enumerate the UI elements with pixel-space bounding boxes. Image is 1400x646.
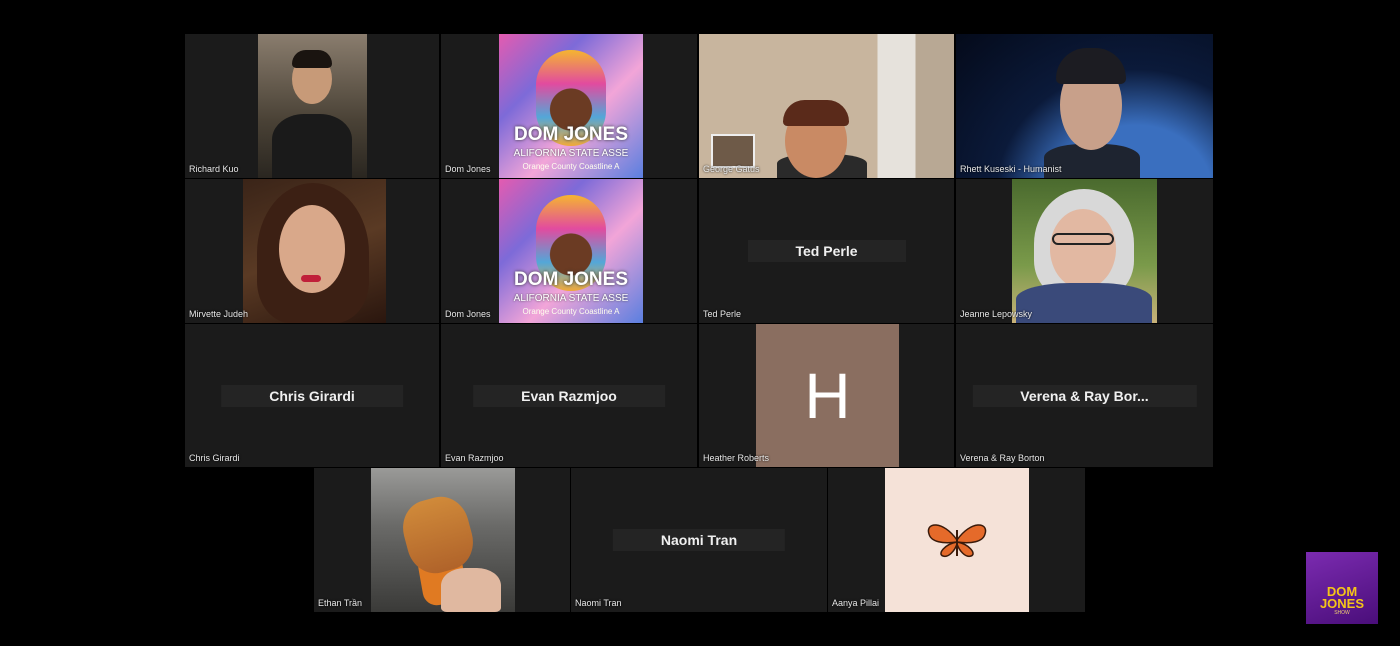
video-feed: [258, 34, 367, 178]
participant-name-label: George Gatus: [703, 164, 760, 174]
gallery-view: Richard Kuo DOM JONES ALIFORNIA STATE AS…: [0, 0, 1400, 646]
poster-title: DOM JONES: [513, 124, 629, 145]
wall-picture: [711, 134, 755, 168]
video-tile-rhett-kuseski[interactable]: Rhett Kuseski - Humanist: [956, 34, 1213, 178]
video-tile-richard-kuo[interactable]: Richard Kuo: [185, 34, 439, 178]
participant-name-label: Dom Jones: [445, 164, 491, 174]
participant-name-label: Aanya Pillai: [832, 598, 880, 608]
hand: [441, 568, 501, 612]
participant-name-label: Dom Jones: [445, 309, 491, 319]
participant-display-name: Ted Perle: [747, 240, 906, 262]
participant-name-label: Evan Razmjoo: [445, 453, 504, 463]
poster-district: Orange County Coastline A: [522, 162, 620, 171]
sandwich: [396, 490, 480, 580]
participant-name-label: Rhett Kuseski - Humanist: [960, 164, 1062, 174]
video-feed: [371, 468, 515, 612]
campaign-poster: DOM JONES ALIFORNIA STATE ASSE Orange Co…: [499, 34, 643, 178]
video-tile-aanya-pillai[interactable]: Aanya Pillai: [828, 468, 1085, 612]
initial-avatar: H: [756, 324, 899, 467]
person-hair: [783, 100, 849, 126]
video-tile-dom-jones-2[interactable]: DOM JONES ALIFORNIA STATE ASSE Orange Co…: [441, 179, 697, 323]
participant-display-name: Naomi Tran: [612, 529, 786, 551]
poster-title: DOM JONES: [513, 269, 629, 290]
butterfly-icon: [927, 524, 987, 558]
avatar-initial: H: [804, 359, 851, 432]
video-tile-mirvette-judeh[interactable]: Mirvette Judeh: [185, 179, 439, 323]
campaign-poster: DOM JONES ALIFORNIA STATE ASSE Orange Co…: [499, 179, 643, 323]
poster-subtitle: ALIFORNIA STATE ASSE: [513, 293, 629, 304]
video-tile-heather-roberts[interactable]: H Heather Roberts: [699, 324, 954, 467]
person-face: [1050, 209, 1116, 289]
participant-name-label: Naomi Tran: [575, 598, 622, 608]
person-hair: [292, 50, 332, 68]
participant-name-label: Jeanne Lepowsky: [960, 309, 1033, 319]
logo-line-2: JONES: [1319, 596, 1365, 611]
video-feed: [1012, 179, 1157, 323]
participant-name-label: Richard Kuo: [189, 164, 239, 174]
participant-name-label: Verena & Ray Borton: [960, 453, 1045, 463]
video-tile-evan-razmjoo[interactable]: Evan Razmjoo Evan Razmjoo: [441, 324, 697, 467]
participant-name-label: Ted Perle: [703, 309, 742, 319]
dom-jones-show-logo: DOM JONES SHOW: [1306, 552, 1378, 624]
participant-name-label: Ethan Trần: [318, 598, 363, 608]
video-tile-jeanne-lepowsky[interactable]: Jeanne Lepowsky: [956, 179, 1213, 323]
video-tile-dom-jones[interactable]: DOM JONES ALIFORNIA STATE ASSE Orange Co…: [441, 34, 697, 178]
participant-name-label: Mirvette Judeh: [189, 309, 249, 319]
poster-subtitle: ALIFORNIA STATE ASSE: [513, 148, 629, 159]
person-hair: [1056, 48, 1126, 84]
video-tile-ethan-tran[interactable]: Ethan Trần: [314, 468, 570, 612]
video-feed: [243, 179, 386, 323]
video-tile-ted-perle[interactable]: Ted Perle Ted Perle: [699, 179, 954, 323]
poster-district: Orange County Coastline A: [522, 307, 620, 316]
video-tile-chris-girardi[interactable]: Chris Girardi Chris Girardi: [185, 324, 439, 467]
profile-picture: [885, 468, 1029, 612]
video-tile-george-gatus[interactable]: George Gatus: [699, 34, 954, 178]
participant-display-name: Evan Razmjoo: [473, 384, 665, 407]
person-figure: [272, 114, 352, 178]
participant-name-label: Heather Roberts: [703, 453, 770, 463]
video-tile-naomi-tran[interactable]: Naomi Tran Naomi Tran: [571, 468, 827, 612]
video-tile-verena-ray-borton[interactable]: Verena & Ray Bor... Verena & Ray Borton: [956, 324, 1213, 467]
person-figure: [1016, 283, 1152, 323]
person-lips: [301, 275, 321, 282]
person-glasses: [1052, 233, 1114, 245]
logo-line-3: SHOW: [1334, 610, 1350, 616]
participant-display-name: Verena & Ray Bor...: [972, 384, 1197, 407]
participant-name-label: Chris Girardi: [189, 453, 240, 463]
participant-display-name: Chris Girardi: [221, 384, 403, 407]
